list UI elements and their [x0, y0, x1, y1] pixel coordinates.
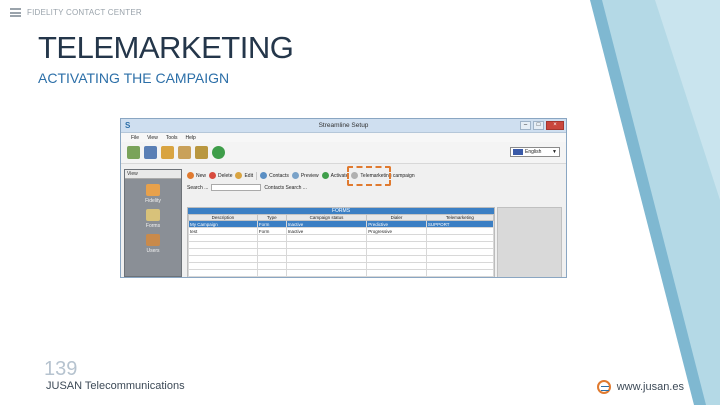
slide-title: TELEMARKETING [38, 30, 294, 65]
sidebar-item-label: Forms [145, 223, 161, 229]
forms-grid: FORMS Description Type Campaign status D… [187, 207, 495, 277]
contacts-button[interactable]: Contacts [260, 172, 289, 179]
forms-table: Description Type Campaign status Dialer … [188, 214, 494, 277]
people-icon [146, 184, 160, 196]
action-bar: New Delete Edit Contacts Preview Activat… [185, 166, 566, 186]
preview-label: Preview [300, 172, 319, 179]
company-name: JUSAN Telecommunications [46, 380, 185, 392]
edit-button[interactable]: Edit [235, 172, 253, 179]
preview-icon [291, 172, 299, 179]
close-button[interactable]: × [546, 121, 564, 130]
menu-bar: File View Tools Help [121, 133, 566, 142]
sidebar-item-users[interactable]: Users [125, 234, 181, 254]
sidebar-item-label: Fidelity [145, 198, 161, 204]
table-cell: SUPPORT [425, 220, 494, 228]
checkmark-icon [321, 172, 329, 179]
contacts-search-label[interactable]: Contacts Search ... [264, 185, 307, 191]
table-row [188, 269, 494, 277]
main-toolbar: English ▼ [121, 142, 566, 164]
forms-icon [146, 209, 160, 221]
window-title: Streamline Setup [318, 122, 369, 129]
menu-file[interactable]: File [131, 135, 139, 141]
refresh-icon[interactable] [212, 146, 225, 159]
delete-button[interactable]: Delete [209, 172, 232, 179]
brand-label: FIDELITY CONTACT CENTER [27, 8, 142, 17]
table-row[interactable]: test Form Inactive Progressive [188, 227, 494, 235]
sidebar: View Fidelity Forms Users [124, 169, 182, 277]
window-controls: – □ × [520, 121, 564, 130]
menu-help[interactable]: Help [186, 135, 196, 141]
main-panel: New Delete Edit Contacts Preview Activat… [185, 166, 566, 277]
table-row [188, 262, 494, 270]
search-input[interactable] [211, 184, 262, 191]
website[interactable]: www.jusan.es [596, 380, 684, 394]
tool-icon-4[interactable] [178, 146, 191, 159]
new-label: New [196, 172, 207, 179]
sidebar-header: View [125, 170, 181, 179]
divider [256, 171, 258, 180]
sidebar-item-fidelity[interactable]: Fidelity [125, 184, 181, 204]
sidebar-item-forms[interactable]: Forms [125, 209, 181, 229]
table-cell: My Campaign [188, 220, 258, 228]
table-row [188, 234, 494, 242]
sidebar-item-label: Users [146, 248, 160, 254]
menu-view[interactable]: View [147, 135, 158, 141]
activate-label: Activate [330, 172, 349, 179]
preview-button[interactable]: Preview [291, 172, 319, 179]
table-row[interactable]: My Campaign Form Inactive Predictive SUP… [188, 220, 494, 228]
search-label: Search ... [187, 184, 209, 191]
table-row [188, 241, 494, 249]
table-cell: test [188, 227, 258, 235]
menu-tools[interactable]: Tools [166, 135, 178, 141]
page-number: 139 [44, 358, 78, 380]
tool-icon-3[interactable] [161, 146, 174, 159]
new-button[interactable]: New [187, 172, 206, 179]
window-body: View Fidelity Forms Users New Delete Edi… [121, 165, 566, 277]
hamburger-icon [10, 8, 21, 17]
flag-icon [513, 149, 523, 155]
table-cell: Form [256, 220, 287, 228]
activate-button[interactable]: Activate [321, 172, 349, 179]
edit-icon [235, 172, 243, 179]
minimize-button[interactable]: – [520, 121, 531, 130]
table-cell: Progressive [366, 227, 427, 235]
tool-icon-2[interactable] [144, 146, 157, 159]
table-cell: Inactive [285, 227, 368, 235]
delete-label: Delete [218, 172, 233, 179]
table-cell: Predictive [366, 220, 427, 228]
table-row [188, 248, 494, 256]
tool-icon-1[interactable] [127, 146, 140, 159]
language-value: English [525, 149, 542, 155]
chevron-down-icon: ▼ [552, 149, 557, 155]
user-icon [146, 234, 160, 246]
contacts-icon [260, 172, 268, 179]
streamline-setup-window: S Streamline Setup – □ × File View Tools… [120, 118, 567, 278]
table-cell [425, 227, 494, 235]
table-cell: Form [256, 227, 287, 235]
grid-empty-area [497, 207, 562, 277]
brand-header: FIDELITY CONTACT CENTER [10, 8, 142, 17]
table-cell: Inactive [285, 220, 368, 228]
tool-icon-5[interactable] [195, 146, 208, 159]
globe-icon [596, 380, 611, 394]
contacts-label: Contacts [269, 172, 289, 179]
slide-subtitle: ACTIVATING THE CAMPAIGN [38, 70, 230, 86]
language-select[interactable]: English ▼ [510, 147, 560, 157]
new-icon [187, 172, 194, 179]
window-titlebar: S Streamline Setup – □ × [121, 119, 566, 133]
maximize-button[interactable]: □ [533, 121, 544, 130]
delete-icon [209, 172, 217, 179]
slide: FIDELITY CONTACT CENTER TELEMARKETING AC… [0, 0, 720, 405]
activate-highlight [347, 166, 391, 186]
edit-label: Edit [244, 172, 254, 179]
website-label: www.jusan.es [616, 381, 684, 393]
table-row [188, 255, 494, 263]
